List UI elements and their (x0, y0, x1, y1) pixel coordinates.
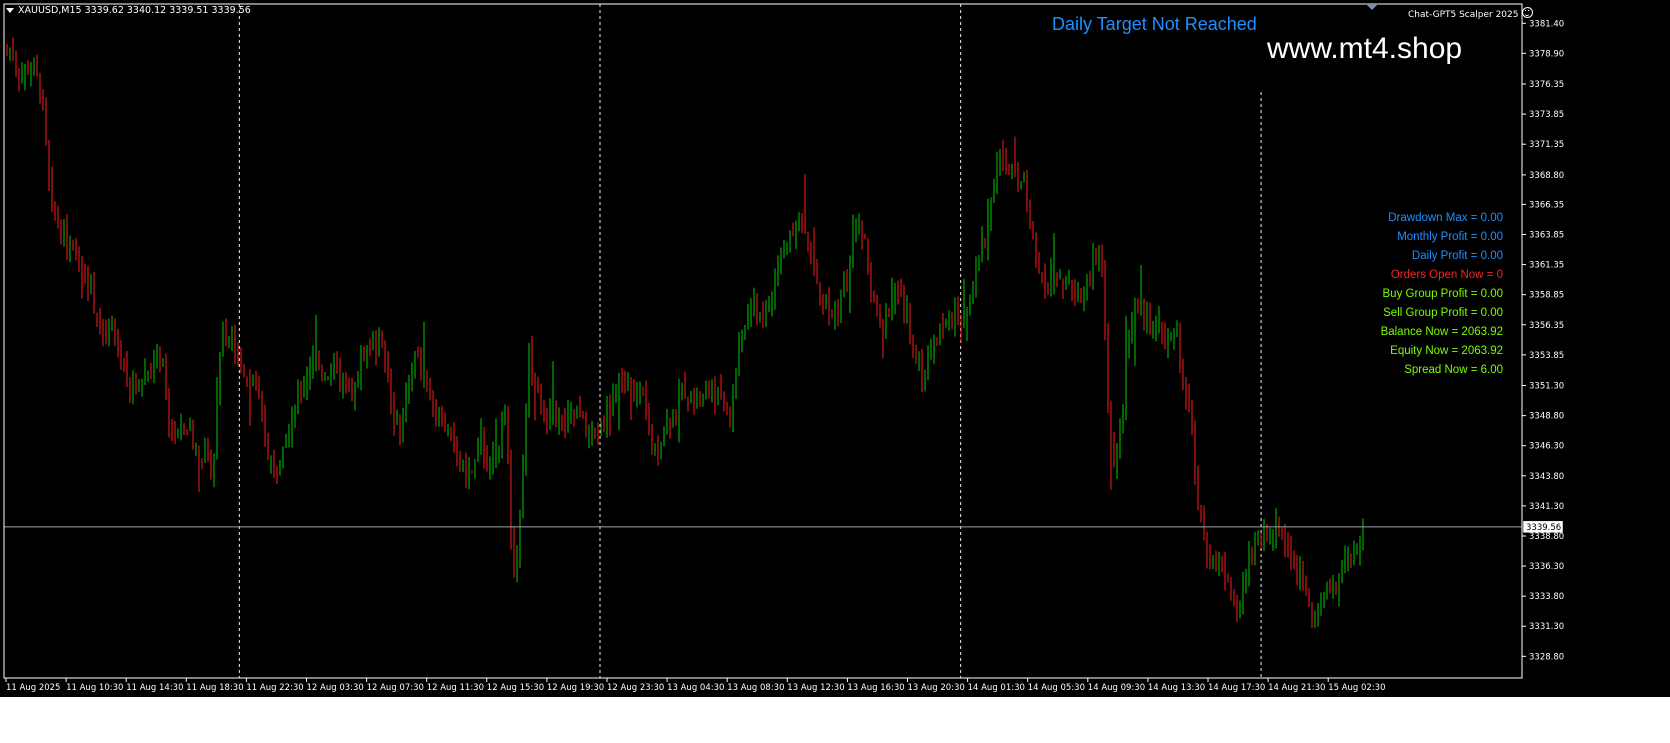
y-tick-label: 3331.30 (1529, 622, 1564, 632)
ea-stats-panel: Drawdown Max = 0.00 Monthly Profit = 0.0… (1381, 211, 1503, 382)
x-tick-label: 12 Aug 11:30 (427, 683, 484, 693)
x-tick-label: 12 Aug 07:30 (367, 683, 424, 693)
y-tick-label: 3363.85 (1529, 230, 1564, 240)
y-tick-label: 3328.80 (1529, 652, 1564, 662)
x-tick-label: 14 Aug 09:30 (1088, 683, 1145, 693)
y-tick-label: 3333.80 (1529, 592, 1564, 602)
x-tick-label: 13 Aug 16:30 (847, 683, 904, 693)
x-tick-label: 14 Aug 17:30 (1208, 683, 1265, 693)
x-tick-label: 13 Aug 08:30 (727, 683, 784, 693)
y-tick-label: 3343.80 (1529, 472, 1564, 482)
symbol-ohlc-text: XAUUSD,M15 3339.62 3340.12 3339.51 3339.… (18, 5, 251, 16)
y-tick-label: 3348.80 (1529, 412, 1564, 422)
x-tick-label: 11 Aug 10:30 (66, 683, 123, 693)
y-tick-label: 3353.85 (1529, 351, 1564, 361)
watermark-text: www.mt4.shop (1267, 32, 1463, 65)
x-tick-label: 11 Aug 14:30 (126, 683, 183, 693)
y-tick-label: 3341.30 (1529, 502, 1564, 512)
stat-equity: Equity Now = 2063.92 (1390, 345, 1503, 357)
ea-name-text: Chat-GPT5 Scalper 2025 (1408, 10, 1519, 20)
stat-buy-group-profit: Buy Group Profit = 0.00 (1382, 288, 1504, 300)
ea-name-label: Chat-GPT5 Scalper 2025 (1408, 7, 1534, 20)
y-tick-label: 3366.35 (1529, 200, 1564, 210)
y-tick-label: 3351.30 (1529, 382, 1564, 392)
status-area (0, 697, 1670, 743)
daily-target-status: Daily Target Not Reached (1052, 14, 1257, 34)
y-tick-label: 3358.85 (1529, 291, 1564, 301)
y-tick-label: 3376.35 (1529, 80, 1564, 90)
x-tick-label: 14 Aug 05:30 (1028, 683, 1085, 693)
x-tick-label: 14 Aug 01:30 (968, 683, 1025, 693)
stat-drawdown-max: Drawdown Max = 0.00 (1388, 212, 1503, 224)
stat-spread: Spread Now = 6.00 (1404, 364, 1503, 376)
y-tick-label: 3356.35 (1529, 321, 1564, 331)
y-tick-label: 3336.30 (1529, 562, 1564, 572)
x-tick-label: 14 Aug 21:30 (1268, 683, 1325, 693)
x-tick-label: 14 Aug 13:30 (1148, 683, 1205, 693)
x-tick-label: 13 Aug 12:30 (787, 683, 844, 693)
stat-sell-group-profit: Sell Group Profit = 0.00 (1383, 307, 1503, 319)
x-tick-label: 15 Aug 02:30 (1328, 683, 1385, 693)
x-tick-label: 12 Aug 19:30 (547, 683, 604, 693)
y-tick-label: 3381.40 (1529, 19, 1564, 29)
symbol-header: XAUUSD,M15 3339.62 3340.12 3339.51 3339.… (6, 5, 251, 16)
chart-window[interactable]: 3339.56 3381.40 3378.90 3376.35 3373.85 3371… (0, 0, 1670, 697)
y-tick-label: 3338.80 (1529, 532, 1564, 542)
stat-monthly-profit: Monthly Profit = 0.00 (1397, 231, 1503, 243)
x-tick-label: 13 Aug 04:30 (667, 683, 724, 693)
x-tick-label: 12 Aug 03:30 (307, 683, 364, 693)
stat-daily-profit: Daily Profit = 0.00 (1411, 250, 1503, 262)
y-tick-label: 3378.90 (1529, 49, 1564, 59)
y-tick-label: 3346.30 (1529, 442, 1564, 452)
stat-balance: Balance Now = 2063.92 (1380, 326, 1503, 338)
x-tick-label: 12 Aug 15:30 (487, 683, 544, 693)
x-tick-label: 11 Aug 18:30 (186, 683, 243, 693)
y-tick-label: 3373.85 (1529, 110, 1564, 120)
y-tick-label: 3371.35 (1529, 140, 1564, 150)
triangle-down-icon[interactable] (6, 8, 14, 13)
y-tick-label: 3368.80 (1529, 171, 1564, 181)
smiley-icon[interactable] (1522, 7, 1534, 18)
x-tick-label: 12 Aug 23:30 (607, 683, 664, 693)
x-tick-label: 13 Aug 20:30 (908, 683, 965, 693)
x-tick-label: 11 Aug 2025 (6, 683, 60, 693)
x-tick-label: 11 Aug 22:30 (246, 683, 303, 693)
stat-orders-open: Orders Open Now = 0 (1390, 269, 1503, 281)
y-tick-label: 3361.35 (1529, 261, 1564, 271)
